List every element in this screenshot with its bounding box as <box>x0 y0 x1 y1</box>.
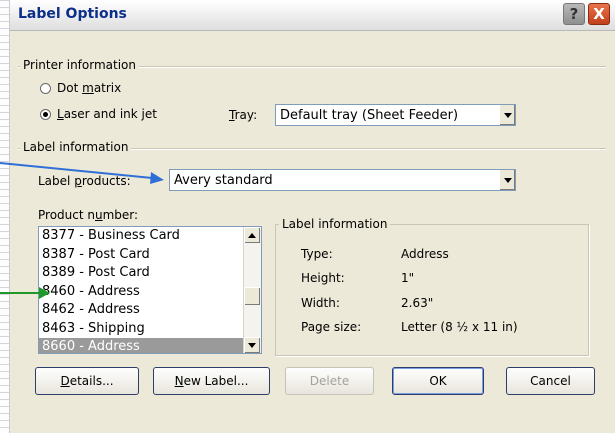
laser-inkjet-radio[interactable]: Laser and ink jet <box>40 107 157 121</box>
label-products-dropdown-button[interactable] <box>499 170 515 190</box>
chevron-up-icon <box>248 232 256 238</box>
help-button[interactable]: ? <box>563 3 585 25</box>
details-button-label: Details... <box>60 374 114 388</box>
type-value: Address <box>401 247 449 261</box>
delete-button[interactable]: Delete <box>285 367 374 395</box>
ok-button-label: OK <box>429 374 447 388</box>
list-item[interactable]: 8389 - Post Card <box>39 264 261 283</box>
help-icon: ? <box>569 5 579 23</box>
scroll-up-button[interactable] <box>244 227 260 243</box>
label-products-value: Avery standard <box>174 172 273 188</box>
chevron-down-icon <box>503 177 512 183</box>
new-label-button-label: New Label... <box>174 374 249 388</box>
details-button[interactable]: Details... <box>35 367 139 395</box>
tray-dropdown-button[interactable] <box>499 105 515 125</box>
scroll-thumb[interactable] <box>244 287 260 305</box>
dot-matrix-label: Dot matrix <box>57 81 122 95</box>
list-item[interactable]: 8462 - Address <box>39 301 261 320</box>
product-number-list[interactable]: 8377 - Business Card 8387 - Post Card 83… <box>38 226 262 354</box>
dot-matrix-radio-indicator[interactable] <box>40 82 51 94</box>
cancel-button-label: Cancel <box>530 374 571 388</box>
tray-label: Tray: <box>229 108 258 122</box>
height-value: 1" <box>401 271 415 285</box>
cancel-button[interactable]: Cancel <box>506 367 595 395</box>
close-button[interactable]: X <box>588 3 610 25</box>
laser-inkjet-label: Laser and ink jet <box>57 107 157 121</box>
title-bar: Label Options ? X <box>10 0 615 31</box>
list-item[interactable]: 8387 - Post Card <box>39 246 261 265</box>
page-size-value: Letter (8 ½ x 11 in) <box>401 320 518 334</box>
tray-select[interactable]: Default tray (Sheet Feeder) <box>275 104 516 126</box>
product-number-label: Product number: <box>38 208 139 222</box>
type-key: Type: <box>301 247 333 261</box>
tray-select-value: Default tray (Sheet Feeder) <box>280 107 459 123</box>
close-icon: X <box>593 5 605 23</box>
label-details-title: Label information <box>279 217 391 231</box>
printer-info-label: Printer information <box>20 58 139 72</box>
new-label-button[interactable]: New Label... <box>153 367 270 395</box>
label-options-dialog: Label Options ? X Printer information Do… <box>10 0 615 433</box>
page-size-key: Page size: <box>301 320 362 334</box>
product-number-items: 8377 - Business Card 8387 - Post Card 83… <box>39 227 261 353</box>
label-products-select[interactable]: Avery standard <box>169 169 516 191</box>
dialog-title: Label Options <box>18 6 127 22</box>
width-value: 2.63" <box>401 296 434 310</box>
label-products-label: Label products: <box>38 174 131 188</box>
height-key: Height: <box>301 271 345 285</box>
list-item[interactable]: 8377 - Business Card <box>39 227 261 246</box>
laser-inkjet-radio-indicator[interactable] <box>40 108 51 120</box>
product-list-scrollbar[interactable] <box>243 227 261 353</box>
label-info-label: Label information <box>20 140 132 154</box>
list-item-selected[interactable]: 8660 - Address <box>39 338 261 353</box>
width-key: Width: <box>301 296 340 310</box>
page-ruler <box>0 0 10 433</box>
delete-button-label: Delete <box>309 374 350 388</box>
dot-matrix-radio[interactable]: Dot matrix <box>40 81 121 95</box>
chevron-down-icon <box>503 112 512 118</box>
chevron-down-icon <box>248 342 256 348</box>
scroll-down-button[interactable] <box>244 337 260 353</box>
list-item[interactable]: 8463 - Shipping <box>39 320 261 339</box>
label-details-panel <box>275 224 589 356</box>
list-item[interactable]: 8460 - Address <box>39 283 261 302</box>
ok-button[interactable]: OK <box>392 367 484 395</box>
